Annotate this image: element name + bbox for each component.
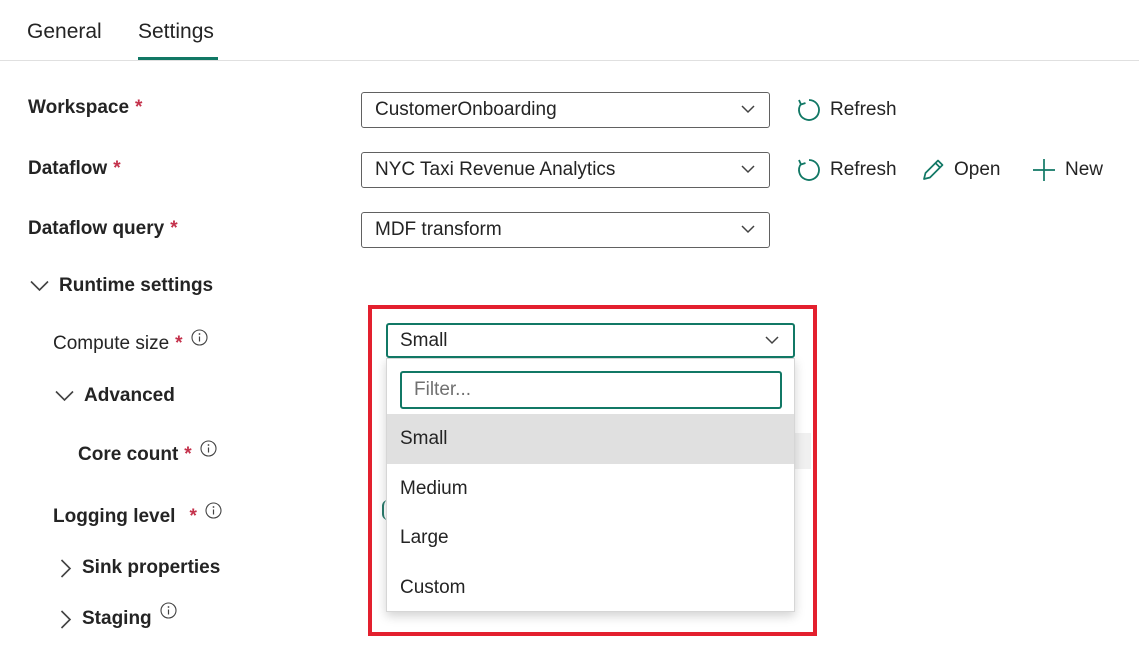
pencil-icon xyxy=(923,159,944,180)
refresh-icon xyxy=(798,159,820,181)
advanced-toggle[interactable]: Advanced xyxy=(55,385,175,407)
dataflow-label-text: Dataflow xyxy=(28,158,108,179)
runtime-settings-toggle[interactable]: Runtime settings xyxy=(30,275,213,297)
dataflow-refresh-button[interactable]: Refresh xyxy=(796,157,897,183)
required-marker: * xyxy=(189,506,197,527)
compute-size-label-text: Compute size xyxy=(53,333,170,354)
dataflow-select-value: NYC Taxi Revenue Analytics xyxy=(375,159,616,180)
chevron-right-icon xyxy=(60,609,72,629)
chevron-down-icon xyxy=(30,280,49,292)
chevron-down-icon xyxy=(55,390,74,402)
dataflow-new-label: New xyxy=(1065,159,1104,180)
staging-toggle[interactable]: Staging xyxy=(60,602,177,630)
workspace-refresh-label: Refresh xyxy=(830,99,897,120)
compute-size-label: Compute size * xyxy=(53,329,208,355)
workspace-select[interactable]: CustomerOnboarding xyxy=(361,92,770,128)
workspace-label-text: Workspace xyxy=(28,97,130,118)
info-icon[interactable] xyxy=(200,440,217,457)
required-marker: * xyxy=(113,158,121,179)
runtime-settings-label: Runtime settings xyxy=(59,275,214,296)
dataflow-open-label: Open xyxy=(954,159,1001,180)
dataflow-query-label-text: Dataflow query xyxy=(28,218,165,239)
workspace-select-value: CustomerOnboarding xyxy=(375,99,557,120)
dataflow-label: Dataflow * xyxy=(28,158,121,180)
info-icon[interactable] xyxy=(191,329,208,346)
dataflow-refresh-label: Refresh xyxy=(830,159,897,180)
logging-level-label-text: Logging level xyxy=(53,506,176,527)
chevron-right-icon xyxy=(60,558,72,578)
required-marker: * xyxy=(175,333,183,354)
dataflow-select[interactable]: NYC Taxi Revenue Analytics xyxy=(361,152,770,188)
refresh-icon xyxy=(798,99,820,121)
dataflow-new-button[interactable]: New xyxy=(1031,157,1103,183)
logging-level-label: Logging level * xyxy=(53,502,222,528)
advanced-label: Advanced xyxy=(84,385,175,406)
dataflow-query-select[interactable]: MDF transform xyxy=(361,212,770,248)
required-marker: * xyxy=(135,97,143,118)
sink-properties-toggle[interactable]: Sink properties xyxy=(60,557,220,579)
workspace-label: Workspace * xyxy=(28,97,142,119)
plus-icon xyxy=(1033,159,1055,181)
chevron-down-icon xyxy=(741,225,755,234)
info-icon[interactable] xyxy=(160,602,177,619)
tab-divider xyxy=(0,60,1139,61)
workspace-refresh-button[interactable]: Refresh xyxy=(796,97,897,123)
tab-general[interactable]: General xyxy=(27,20,102,44)
info-icon[interactable] xyxy=(205,502,222,519)
required-marker: * xyxy=(184,444,192,465)
highlight-annotation-box xyxy=(368,305,817,636)
dataflow-query-select-value: MDF transform xyxy=(375,219,502,240)
core-count-label: Core count * xyxy=(78,440,217,466)
required-marker: * xyxy=(170,218,178,239)
chevron-down-icon xyxy=(741,165,755,174)
chevron-down-icon xyxy=(741,105,755,114)
core-count-label-text: Core count xyxy=(78,444,179,465)
staging-label: Staging xyxy=(82,608,152,629)
tab-settings[interactable]: Settings xyxy=(138,20,214,44)
sink-properties-label: Sink properties xyxy=(82,557,221,578)
dataflow-query-label: Dataflow query * xyxy=(28,218,178,240)
dataflow-open-button[interactable]: Open xyxy=(920,157,1000,183)
